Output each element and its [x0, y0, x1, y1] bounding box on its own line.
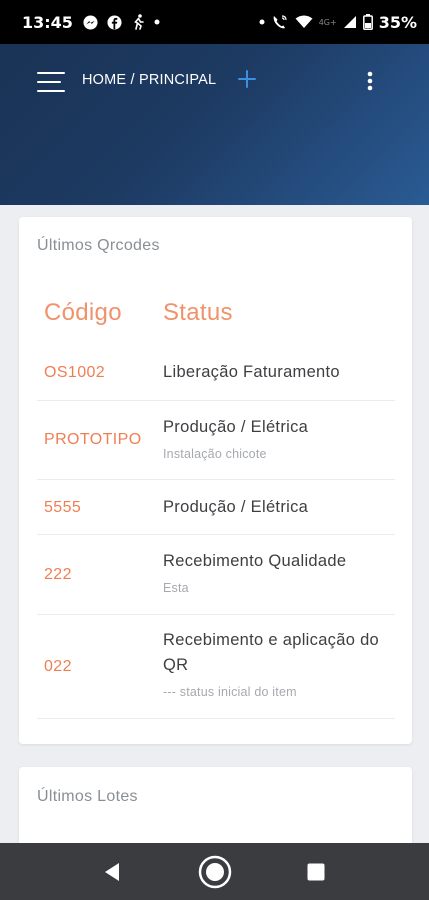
add-icon[interactable] [236, 64, 258, 94]
home-icon[interactable] [197, 854, 233, 894]
notification-icons [83, 14, 160, 30]
system-icons: 4G+ 35% [259, 13, 417, 32]
dot-icon [259, 19, 265, 25]
status-bar: 13:45 4G+ 35% [0, 0, 429, 44]
column-header-status: Status [163, 299, 233, 326]
row-status: Recebimento Qualidade [163, 552, 347, 570]
column-header-code: Código [44, 299, 122, 326]
facebook-icon [107, 14, 122, 30]
table-row[interactable]: PROTOTIPO Produção / Elétrica Instalação… [37, 401, 395, 480]
row-status: Produção / Elétrica [163, 498, 309, 516]
table-row[interactable]: 5555 Produção / Elétrica [37, 480, 395, 535]
row-status: Liberação Faturamento [163, 363, 340, 381]
table-row[interactable]: 022 Recebimento e aplicação do QR --- st… [37, 615, 395, 719]
row-substatus: Esta [163, 581, 189, 595]
card-title: Últimos Qrcodes [37, 237, 160, 254]
app-header: HOME / PRINCIPAL [0, 44, 429, 205]
signal-icon [343, 15, 357, 29]
row-code: 5555 [44, 499, 82, 516]
lte-label: 4G+ [318, 17, 337, 27]
row-substatus: --- status inicial do item [163, 685, 297, 699]
wifi-calling-icon [271, 14, 289, 30]
row-code: 022 [44, 658, 72, 675]
card-title: Últimos Lotes [37, 788, 138, 805]
menu-icon[interactable] [37, 70, 67, 94]
wifi-icon [295, 15, 313, 29]
more-options-icon[interactable] [360, 68, 380, 98]
running-icon [131, 14, 145, 30]
recents-icon[interactable] [307, 863, 325, 885]
table-row[interactable]: 222 Recebimento Qualidade Esta [37, 535, 395, 615]
breadcrumb: HOME / PRINCIPAL [82, 72, 217, 88]
row-status: Recebimento e aplicação do QR [163, 631, 380, 674]
table-row[interactable]: OS1002 Liberação Faturamento [37, 345, 395, 401]
system-navigation-bar [0, 843, 429, 900]
battery-percentage: 35% [378, 12, 417, 32]
row-code: 222 [44, 566, 72, 583]
clock: 13:45 [22, 12, 73, 32]
back-icon[interactable] [103, 862, 121, 886]
row-status: Produção / Elétrica [163, 418, 309, 436]
latest-qrcodes-card: Últimos Qrcodes Código Status OS1002 Lib… [19, 217, 412, 744]
battery-icon [362, 14, 373, 30]
messenger-icon [83, 14, 98, 30]
row-code: OS1002 [44, 364, 106, 381]
dot-icon [154, 19, 160, 25]
row-code: PROTOTIPO [44, 431, 142, 448]
row-substatus: Instalação chicote [163, 447, 267, 461]
